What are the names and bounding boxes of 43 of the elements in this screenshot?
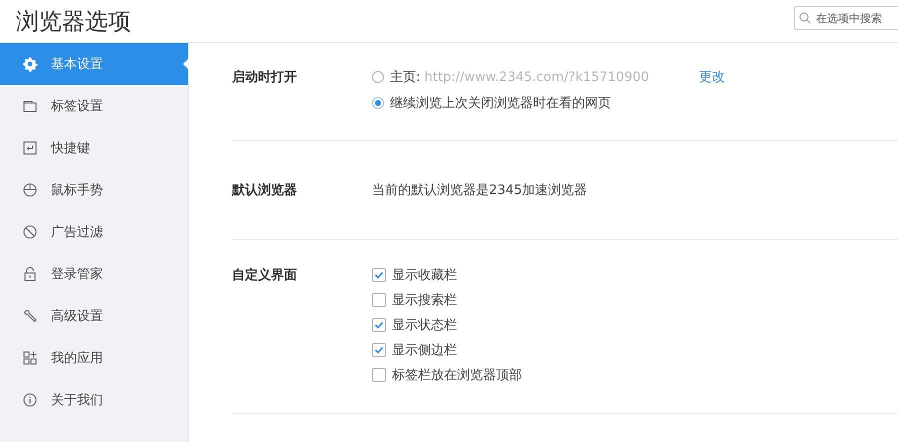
sidebar-item[interactable]: 我的应用 — [0, 337, 188, 379]
sidebar-item[interactable]: 标签设置 — [0, 85, 188, 127]
option-label: 主页: — [390, 69, 420, 86]
option-label: 显示收藏栏 — [392, 267, 457, 284]
window-title: 浏览器选项 — [16, 8, 131, 36]
checkbox[interactable] — [372, 318, 386, 332]
section-label: 自定义界面 — [232, 268, 297, 283]
sidebar-item[interactable]: 登录管家 — [0, 253, 188, 295]
option-label: 显示搜索栏 — [392, 292, 457, 309]
mouse-icon — [22, 182, 38, 198]
wrench-icon — [22, 308, 38, 324]
option-label: 显示状态栏 — [392, 317, 457, 334]
sidebar-item[interactable]: 高级设置 — [0, 295, 188, 337]
option-label: 继续浏览上次关闭浏览器时在看的网页 — [390, 95, 611, 112]
radio-button[interactable] — [372, 97, 384, 109]
checkbox[interactable] — [372, 368, 386, 382]
sidebar-item[interactable]: 关于我们 — [0, 379, 188, 421]
lock-icon — [22, 266, 38, 282]
section-label: 默认浏览器 — [232, 183, 297, 198]
search-icon — [799, 12, 811, 24]
option-label: 标签栏放在浏览器顶部 — [392, 367, 522, 384]
sidebar-item[interactable]: 广告过滤 — [0, 211, 188, 253]
option-label: 显示侧边栏 — [392, 342, 457, 359]
tab-icon — [22, 98, 38, 114]
default-browser-text: 当前的默认浏览器是2345加速浏览器 — [372, 182, 588, 199]
enter-key-icon — [22, 140, 38, 156]
search-field[interactable]: 在选项中搜索 — [794, 6, 898, 30]
sidebar-item[interactable]: 快捷键 — [0, 127, 188, 169]
checkmark-icon — [374, 270, 384, 280]
homepage-url: http://www.2345.com/?k15710900 — [424, 70, 650, 84]
checkbox[interactable] — [372, 343, 386, 357]
apps-grid-icon — [22, 350, 38, 366]
selection-pointer — [183, 58, 189, 70]
checkmark-icon — [374, 320, 384, 330]
info-icon — [22, 392, 38, 408]
checkmark-icon — [374, 345, 384, 355]
ban-icon — [22, 224, 38, 240]
radio-button[interactable] — [372, 71, 384, 83]
sidebar-item[interactable]: 鼠标手势 — [0, 169, 188, 211]
settings-icon — [22, 56, 38, 72]
section-label: 启动时打开 — [232, 70, 297, 85]
checkbox[interactable] — [372, 268, 386, 282]
checkbox[interactable] — [372, 293, 386, 307]
